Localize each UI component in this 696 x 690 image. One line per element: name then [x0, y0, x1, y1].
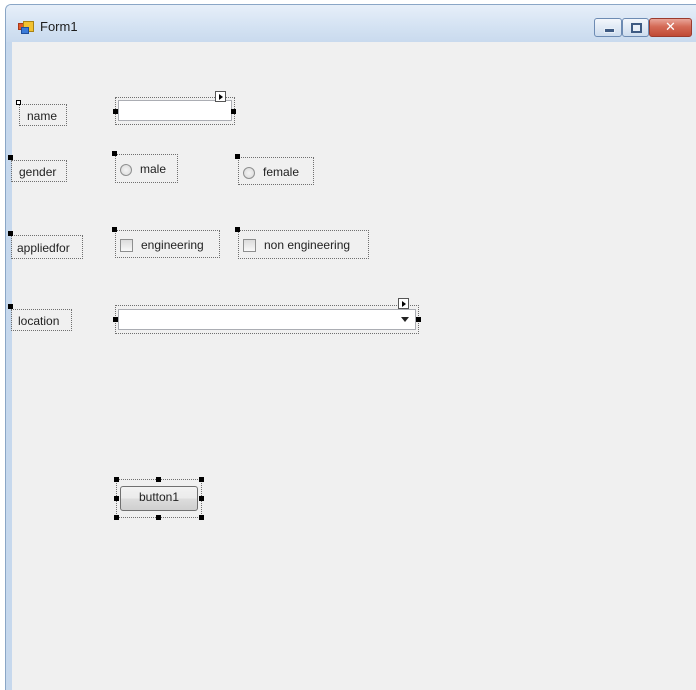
minimize-button[interactable]: [594, 18, 622, 37]
selection-handle[interactable]: [112, 151, 117, 156]
non-engineering-checkbox[interactable]: [243, 239, 256, 252]
resize-handle-left[interactable]: [113, 109, 118, 114]
close-icon: ✕: [665, 20, 676, 35]
female-radio-label: female: [263, 165, 300, 179]
selection-handle[interactable]: [112, 227, 117, 232]
selection-handle[interactable]: [8, 231, 13, 236]
gender-label: gender: [19, 165, 57, 179]
title-bar[interactable]: Form1 ✕: [6, 5, 696, 42]
female-radio-button[interactable]: [243, 167, 255, 179]
minimize-icon: [604, 28, 615, 33]
name-textbox[interactable]: [118, 100, 232, 121]
location-combobox[interactable]: [118, 309, 416, 330]
resize-handle-right[interactable]: [231, 109, 236, 114]
engineering-checkbox[interactable]: [120, 239, 133, 252]
smart-tag-icon[interactable]: [215, 91, 226, 102]
male-radio-button[interactable]: [120, 164, 132, 176]
resize-handle[interactable]: [199, 496, 204, 501]
maximize-icon: [631, 23, 642, 33]
button1[interactable]: button1: [120, 486, 198, 511]
maximize-button[interactable]: [622, 18, 649, 37]
winforms-form-icon: [18, 21, 34, 34]
resize-handle[interactable]: [199, 515, 204, 520]
engineering-checkbox-label: engineering: [141, 238, 204, 252]
form-client-area: [12, 42, 696, 690]
selection-handle[interactable]: [8, 304, 13, 309]
selection-handle[interactable]: [235, 227, 240, 232]
selection-handle[interactable]: [235, 154, 240, 159]
resize-handle-right[interactable]: [416, 317, 421, 322]
smart-tag-icon[interactable]: [398, 298, 409, 309]
resize-handle[interactable]: [114, 477, 119, 482]
name-label: name: [27, 109, 58, 123]
location-label-selection[interactable]: location: [11, 309, 72, 331]
male-radio-label: male: [140, 162, 167, 176]
appliedfor-label-selection[interactable]: appliedfor: [11, 235, 83, 259]
location-label: location: [18, 314, 60, 328]
selection-handle[interactable]: [8, 155, 13, 160]
close-button[interactable]: ✕: [649, 18, 692, 37]
resize-handle[interactable]: [156, 515, 161, 520]
non-engineering-checkbox-selection[interactable]: non engineering: [238, 230, 369, 259]
gender-label-selection[interactable]: gender: [11, 160, 67, 182]
engineering-checkbox-selection[interactable]: engineering: [115, 230, 220, 258]
selection-handle[interactable]: [16, 100, 21, 105]
resize-handle-left[interactable]: [113, 317, 118, 322]
non-engineering-checkbox-label: non engineering: [264, 238, 351, 252]
dropdown-arrow-icon[interactable]: [401, 317, 409, 322]
window-title: Form1: [40, 19, 78, 34]
resize-handle[interactable]: [199, 477, 204, 482]
appliedfor-label: appliedfor: [17, 241, 70, 255]
resize-handle[interactable]: [156, 477, 161, 482]
resize-handle[interactable]: [114, 496, 119, 501]
form-window: Form1 ✕: [5, 4, 696, 690]
resize-handle[interactable]: [114, 515, 119, 520]
male-radio-selection[interactable]: male: [115, 154, 178, 183]
name-label-selection[interactable]: name: [19, 104, 67, 126]
female-radio-selection[interactable]: female: [238, 157, 314, 185]
